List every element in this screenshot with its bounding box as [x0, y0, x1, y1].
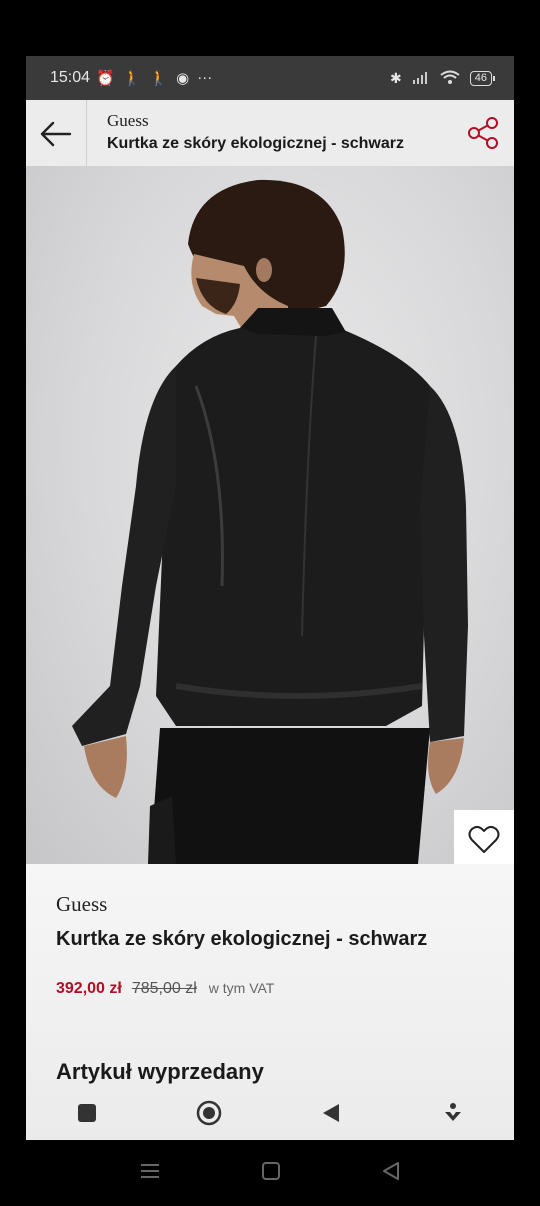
walk-icon: 🚶 — [149, 70, 169, 87]
status-bar: 15:04 ⏰ 🚶 🚶 ◉ ··· ✱ 46 — [26, 56, 514, 100]
bluetooth-icon: ✱ — [390, 69, 402, 86]
system-nav-bar — [0, 1140, 540, 1206]
status-time: 15:04 — [50, 69, 91, 86]
status-right-icons: ✱ 46 — [390, 69, 496, 87]
header-divider — [86, 100, 87, 166]
heart-icon — [468, 825, 500, 853]
app-screen: 15:04 ⏰ 🚶 🚶 ◉ ··· ✱ 46 Guess Kurtka ze s… — [26, 56, 514, 1140]
back-button[interactable] — [36, 114, 76, 154]
wifi-icon — [440, 70, 460, 87]
header-title: Kurtka ze skóry ekologicznej - schwarz — [107, 135, 404, 152]
status-left-icons: ⏰ 🚶 🚶 ◉ ··· — [96, 69, 212, 87]
shield-icon: ◉ — [176, 70, 190, 87]
header-brand: Guess — [107, 111, 149, 130]
share-icon — [468, 117, 498, 149]
vat-note: w tym VAT — [208, 980, 275, 996]
model-figure — [72, 179, 468, 864]
bottom-nav — [26, 1086, 514, 1140]
more-icon: ··· — [197, 69, 213, 86]
battery-icon: 46 — [469, 70, 496, 86]
alarm-icon: ⏰ — [96, 70, 115, 87]
triangle-left-icon[interactable] — [316, 1103, 346, 1123]
product-name: Kurtka ze skóry ekologicznej - schwarz — [56, 928, 428, 950]
walk-icon: 🚶 — [122, 70, 142, 87]
original-price: 785,00 zł — [131, 980, 197, 997]
sale-price: 392,00 zł — [56, 980, 122, 997]
product-image[interactable] — [26, 166, 514, 864]
home-square-icon[interactable] — [261, 1161, 281, 1186]
price-row: 392,00 zł 785,00 zł w tym VAT — [56, 980, 274, 998]
square-icon[interactable] — [72, 1103, 102, 1123]
share-button[interactable] — [466, 115, 502, 151]
favorite-button[interactable] — [454, 810, 514, 870]
arrow-left-icon — [40, 121, 72, 147]
top-app-bar: Guess Kurtka ze skóry ekologicznej - sch… — [26, 100, 514, 167]
signal-icon — [412, 70, 430, 87]
down-arrow-icon[interactable] — [438, 1103, 468, 1123]
availability-status: Artykuł wyprzedany — [56, 1059, 264, 1084]
back-triangle-icon[interactable] — [381, 1161, 401, 1186]
product-brand: Guess — [56, 892, 108, 916]
menu-icon[interactable] — [139, 1162, 161, 1185]
record-icon[interactable] — [194, 1100, 224, 1126]
